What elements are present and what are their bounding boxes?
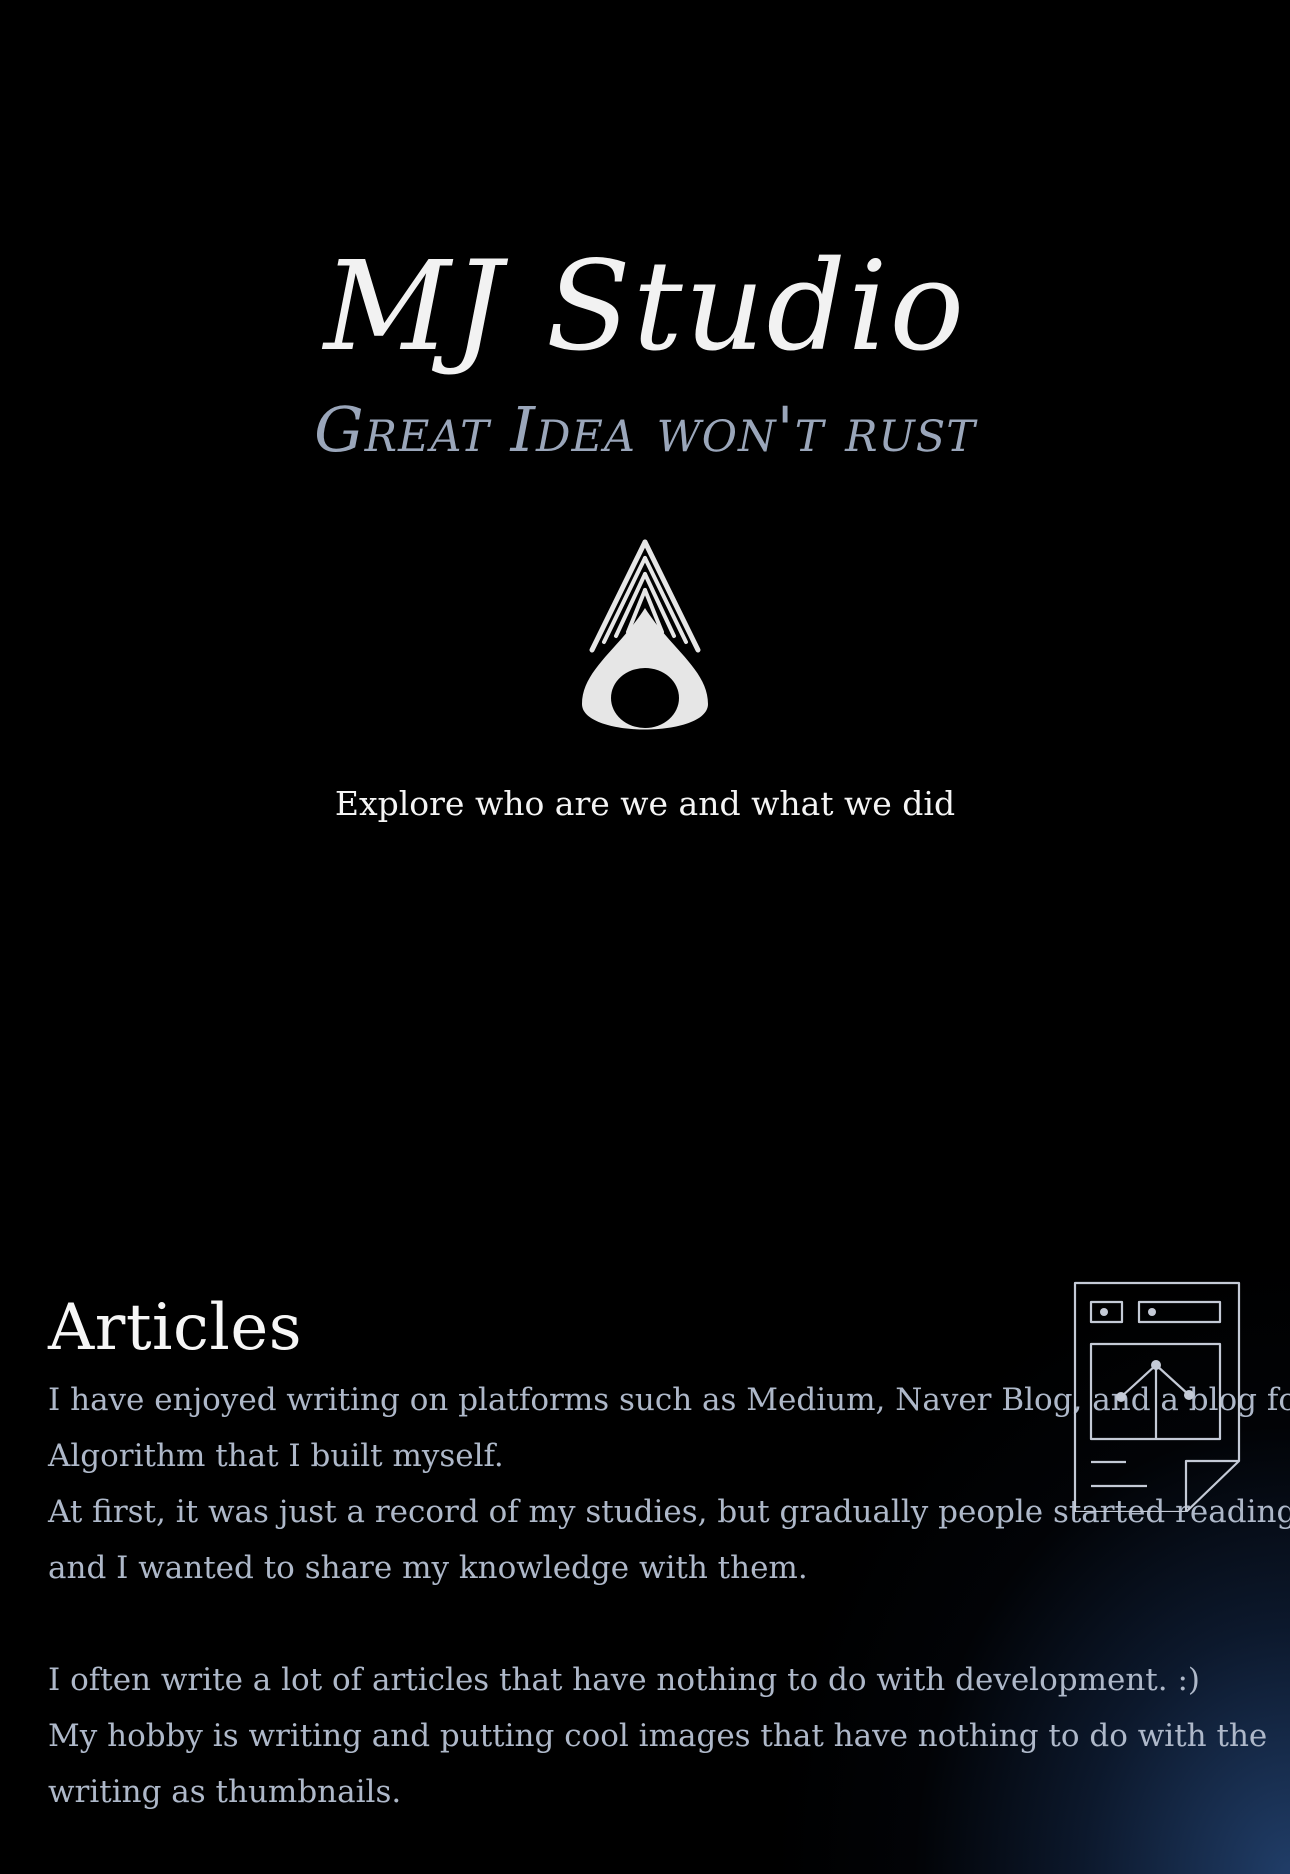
document-chart-icon (1073, 1281, 1241, 1512)
explore-text: Explore who are we and what we did (334, 784, 956, 823)
articles-section: Articles I have enjoyed writing on platf… (48, 1290, 1290, 1820)
articles-line: I often write a lot of articles that hav… (48, 1662, 1201, 1698)
articles-line: At first, it was just a record of my stu… (48, 1494, 1290, 1530)
articles-line: Algorithm that I built myself. (48, 1438, 504, 1474)
articles-line: My hobby is writing and putting cool ima… (48, 1718, 1268, 1754)
articles-heading: Articles (48, 1291, 303, 1365)
articles-line: and I wanted to share my knowledge with … (48, 1550, 808, 1586)
articles-line: I have enjoyed writing on platforms such… (48, 1382, 1290, 1418)
site-title: MJ Studio (323, 235, 967, 379)
articles-description: I have enjoyed writing on platforms such… (48, 1372, 1290, 1820)
water-drop-icon (582, 539, 708, 730)
articles-line: writing as thumbnails. (48, 1774, 402, 1810)
hero-section: MJ Studio Great Idea won't rust Explore … (0, 0, 1290, 900)
site-tagline: Great Idea won't rust (314, 393, 976, 466)
